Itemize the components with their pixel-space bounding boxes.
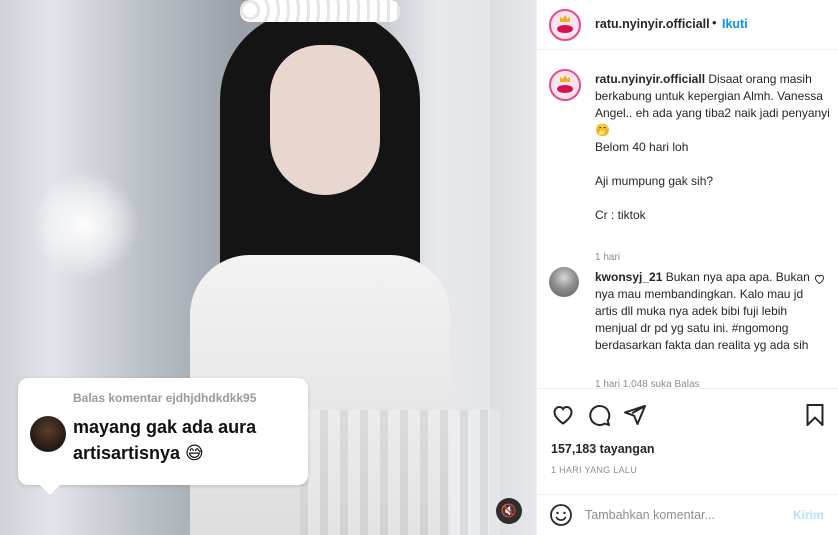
emoji-icon[interactable] — [549, 503, 573, 527]
header-username[interactable]: ratu.nyinyir.officiall — [595, 17, 710, 31]
dress-folds — [300, 410, 500, 535]
comment-icon[interactable] — [587, 403, 611, 427]
person-face — [270, 45, 380, 195]
post-header: ratu.nyinyir.officiall • Ikuti — [537, 0, 838, 50]
bookmark-icon[interactable] — [803, 403, 827, 427]
caption-line-3: Aji mumpung gak sih? — [595, 174, 714, 188]
post-video[interactable]: Balas komentar ejdhjdhdkdkk95 mayang gak… — [0, 0, 536, 535]
comment-meta[interactable]: 1 hari 1.048 suka Balas — [595, 379, 700, 388]
caption-body: ratu.nyinyir.officiall Disaat orang masi… — [595, 71, 831, 224]
lips-icon — [557, 85, 573, 93]
view-count[interactable]: 157,183 tayangan — [551, 442, 655, 456]
comment-body: kwonsyj_21 Bukan nya apa apa. Bukan nya … — [595, 269, 815, 354]
caption-line-4: Cr : tiktok — [595, 208, 646, 222]
post-date[interactable]: 1 HARI YANG LALU — [551, 465, 637, 475]
caption-username[interactable]: ratu.nyinyir.officiall — [595, 72, 705, 86]
crown-icon — [560, 15, 570, 22]
like-icon[interactable] — [551, 403, 575, 427]
lips-icon — [557, 25, 573, 33]
separator-dot: • — [712, 15, 717, 30]
mute-icon: 🔇 — [500, 503, 518, 518]
comment-input[interactable] — [585, 505, 785, 525]
reply-text: mayang gak ada aura artisartisnya 😅 — [73, 417, 257, 463]
follow-button[interactable]: Ikuti — [722, 17, 748, 31]
comment-avatar[interactable] — [549, 267, 579, 297]
background-light — [30, 170, 140, 280]
share-icon[interactable] — [623, 403, 647, 427]
reply-avatar — [30, 416, 66, 452]
post-side-panel: ratu.nyinyir.officiall • Ikuti ratu.nyin… — [536, 0, 838, 535]
action-bar: 157,183 tayangan 1 HARI YANG LALU — [537, 388, 838, 498]
caption-avatar[interactable] — [549, 69, 581, 101]
flower-crown — [240, 0, 400, 22]
mute-button[interactable]: 🔇 — [496, 498, 522, 524]
reply-header: Balas komentar ejdhjdhdkdkk95 — [73, 391, 257, 405]
reply-comment-sticker: Balas komentar ejdhjdhdkdkk95 mayang gak… — [18, 378, 308, 495]
send-button[interactable]: Kirim — [793, 508, 824, 522]
avatar[interactable] — [549, 9, 581, 41]
comment-like-icon[interactable] — [814, 274, 825, 287]
add-comment-bar: Kirim — [537, 494, 838, 535]
comments-list[interactable]: ratu.nyinyir.officiall Disaat orang masi… — [537, 51, 838, 388]
caption-line-2: Belom 40 hari loh — [595, 140, 689, 154]
crown-icon — [560, 75, 570, 82]
comment-username[interactable]: kwonsyj_21 — [595, 270, 662, 284]
caption-time[interactable]: 1 hari — [595, 252, 620, 263]
